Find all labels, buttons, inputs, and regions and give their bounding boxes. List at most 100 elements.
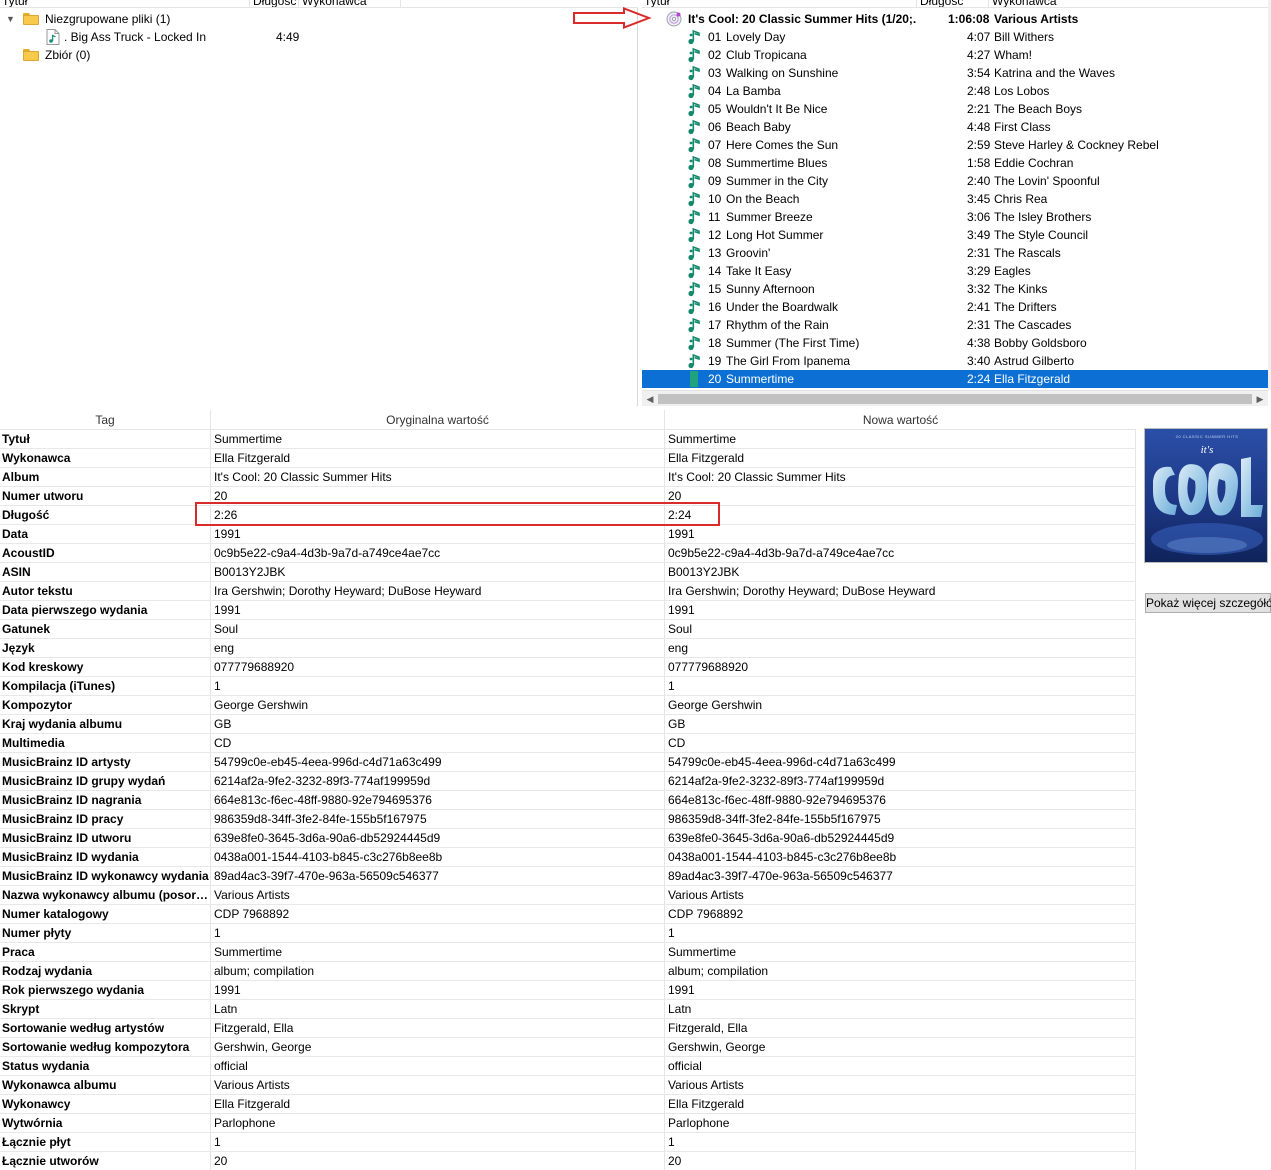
tag-row[interactable]: MusicBrainz ID artysty 54799c0e-eb45-4eea…: [0, 753, 1136, 772]
tag-row[interactable]: MusicBrainz ID grupy wydań 6214af2a-9fe2-…: [0, 772, 1136, 791]
track-row[interactable]: 02 Club Tropicana 4:27 Wham!: [642, 46, 1268, 64]
new-value[interactable]: 077779688920: [668, 658, 1132, 676]
track-row[interactable]: 13 Groovin' 2:31 The Rascals: [642, 244, 1268, 262]
new-value[interactable]: 89ad4ac3-39f7-470e-963a-56509c546377: [668, 867, 1132, 885]
track-row[interactable]: 18 Summer (The First Time) 4:38 Bobby Golds…: [642, 334, 1268, 352]
tree-item-cluster[interactable]: Zbiór (0): [0, 46, 630, 64]
tag-row[interactable]: ASIN B0013Y2JBK B0013Y2JBK: [0, 563, 1136, 582]
track-row[interactable]: 01 Lovely Day 4:07 Bill Withers: [642, 28, 1268, 46]
new-value[interactable]: 1: [668, 1133, 1132, 1151]
column-header-length[interactable]: Długość: [253, 0, 296, 7]
new-value[interactable]: Gershwin, George: [668, 1038, 1132, 1056]
tag-row[interactable]: Album It's Cool: 20 Classic Summer Hits It…: [0, 468, 1136, 487]
new-value[interactable]: 1991: [668, 525, 1132, 543]
tag-row[interactable]: Wykonawca Ella Fitzgerald Ella Fitzgerald: [0, 449, 1136, 468]
scrollbar-thumb[interactable]: [658, 394, 1252, 404]
track-row[interactable]: 09 Summer in the City 2:40 The Lovin' Spoon…: [642, 172, 1268, 190]
tag-row[interactable]: Data pierwszego wydania 1991 1991: [0, 601, 1136, 620]
tag-row[interactable]: MusicBrainz ID utworu 639e8fe0-3645-3d6a-…: [0, 829, 1136, 848]
new-value[interactable]: It's Cool: 20 Classic Summer Hits: [668, 468, 1132, 486]
new-value[interactable]: 664e813c-f6ec-48ff-9880-92e794695376: [668, 791, 1132, 809]
tag-row[interactable]: Numer płyty 1 1: [0, 924, 1136, 943]
column-header-original-value[interactable]: Oryginalna wartość: [211, 410, 665, 430]
tag-row[interactable]: AcoustID 0c9b5e22-c9a4-4d3b-9a7d-a749ce4a…: [0, 544, 1136, 563]
track-row[interactable]: 10 On the Beach 3:45 Chris Rea: [642, 190, 1268, 208]
new-value[interactable]: Various Artists: [668, 886, 1132, 904]
tag-row[interactable]: Autor tekstu Ira Gershwin; Dorothy Heywar…: [0, 582, 1136, 601]
track-row[interactable]: 05 Wouldn't It Be Nice 2:21 The Beach Boys: [642, 100, 1268, 118]
tag-row[interactable]: Sortowanie według kompozytora Gershwin, G…: [0, 1038, 1136, 1057]
tag-row[interactable]: Wykonawca albumu Various Artists Various A…: [0, 1076, 1136, 1095]
new-value[interactable]: CD: [668, 734, 1132, 752]
track-row[interactable]: 06 Beach Baby 4:48 First Class: [642, 118, 1268, 136]
tag-row[interactable]: Język eng eng: [0, 639, 1136, 658]
column-header-tag[interactable]: Tag: [0, 410, 211, 430]
new-value[interactable]: 986359d8-34ff-3fe2-84fe-155b5f167975: [668, 810, 1132, 828]
tag-row[interactable]: Kompozytor George Gershwin George Gershwin: [0, 696, 1136, 715]
new-value[interactable]: eng: [668, 639, 1132, 657]
new-value[interactable]: album; compilation: [668, 962, 1132, 980]
tree-item-unclustered[interactable]: ▼ Niezgrupowane pliki (1): [0, 10, 630, 28]
unmatched-files-pane[interactable]: Tytuł Długość Wykonawca ▼ Niezgrupowane …: [0, 0, 638, 406]
new-value[interactable]: B0013Y2JBK: [668, 563, 1132, 581]
tag-row[interactable]: Tytuł Summertime Summertime: [0, 430, 1136, 449]
new-value[interactable]: 0c9b5e22-c9a4-4d3b-9a7d-a749ce4ae7cc: [668, 544, 1132, 562]
new-value[interactable]: Summertime: [668, 943, 1132, 961]
new-value[interactable]: 1991: [668, 601, 1132, 619]
new-value[interactable]: 20: [668, 487, 1132, 505]
tag-row[interactable]: Praca Summertime Summertime: [0, 943, 1136, 962]
track-row[interactable]: 20 Summertime 2:24 Ella Fitzgerald: [642, 370, 1268, 388]
new-value[interactable]: Fitzgerald, Ella: [668, 1019, 1132, 1037]
new-value[interactable]: 2:24: [668, 506, 1132, 524]
tag-row[interactable]: Multimedia CD CD: [0, 734, 1136, 753]
tag-row[interactable]: Gatunek Soul Soul: [0, 620, 1136, 639]
track-row[interactable]: 19 The Girl From Ipanema 3:40 Astrud Gilber…: [642, 352, 1268, 370]
new-value[interactable]: Summertime: [668, 430, 1132, 448]
tag-row[interactable]: Wytwórnia Parlophone Parlophone: [0, 1114, 1136, 1133]
new-value[interactable]: 20: [668, 1152, 1132, 1170]
scroll-right-icon[interactable]: ▶: [1254, 393, 1266, 405]
new-value[interactable]: Ira Gershwin; Dorothy Heyward; DuBose He…: [668, 582, 1132, 600]
new-value[interactable]: Latn: [668, 1000, 1132, 1018]
tag-row[interactable]: Rok pierwszego wydania 1991 1991: [0, 981, 1136, 1000]
new-value[interactable]: Soul: [668, 620, 1132, 638]
track-row[interactable]: 08 Summertime Blues 1:58 Eddie Cochran: [642, 154, 1268, 172]
new-value[interactable]: 1: [668, 924, 1132, 942]
column-header-new-value[interactable]: Nowa wartość: [665, 410, 1136, 430]
tag-row[interactable]: Kod kreskowy 077779688920 077779688920: [0, 658, 1136, 677]
new-value[interactable]: Various Artists: [668, 1076, 1132, 1094]
tag-row[interactable]: Skrypt Latn Latn: [0, 1000, 1136, 1019]
track-row[interactable]: 16 Under the Boardwalk 2:41 The Drifters: [642, 298, 1268, 316]
new-value[interactable]: GB: [668, 715, 1132, 733]
column-header-artist[interactable]: Wykonawca: [302, 0, 367, 7]
tag-row[interactable]: MusicBrainz ID nagrania 664e813c-f6ec-48f…: [0, 791, 1136, 810]
tag-row[interactable]: Łącznie utworów 20 20: [0, 1152, 1136, 1170]
new-value[interactable]: 0438a001-1544-4103-b845-c3c276b8ee8b: [668, 848, 1132, 866]
scroll-left-icon[interactable]: ◀: [644, 393, 656, 405]
column-header-artist[interactable]: Wykonawca: [992, 0, 1057, 7]
track-row[interactable]: 17 Rhythm of the Rain 2:31 The Cascades: [642, 316, 1268, 334]
column-header-length[interactable]: Długość: [920, 0, 963, 7]
tag-row[interactable]: MusicBrainz ID pracy 986359d8-34ff-3fe2-8…: [0, 810, 1136, 829]
track-row[interactable]: 04 La Bamba 2:48 Los Lobos: [642, 82, 1268, 100]
expand-arrow-icon[interactable]: ▼: [6, 10, 15, 28]
tag-row[interactable]: Wykonawcy Ella Fitzgerald Ella Fitzgerald: [0, 1095, 1136, 1114]
new-value[interactable]: George Gershwin: [668, 696, 1132, 714]
new-value[interactable]: 1991: [668, 981, 1132, 999]
tag-row[interactable]: Nazwa wykonawcy albumu (posort... Various…: [0, 886, 1136, 905]
album-tracks-pane[interactable]: Tytuł Długość Wykonawca It's Cool: 20 Cl…: [642, 0, 1271, 406]
new-value[interactable]: 639e8fe0-3645-3d6a-90a6-db52924445d9: [668, 829, 1132, 847]
tag-row[interactable]: Kompilacja (iTunes) 1 1: [0, 677, 1136, 696]
track-row[interactable]: 14 Take It Easy 3:29 Eagles: [642, 262, 1268, 280]
new-value[interactable]: 1: [668, 677, 1132, 695]
tag-row[interactable]: Łącznie płyt 1 1: [0, 1133, 1136, 1152]
track-row[interactable]: 07 Here Comes the Sun 2:59 Steve Harley & C…: [642, 136, 1268, 154]
new-value[interactable]: Ella Fitzgerald: [668, 1095, 1132, 1113]
track-row[interactable]: 15 Sunny Afternoon 3:32 The Kinks: [642, 280, 1268, 298]
tag-row[interactable]: Sortowanie według artystów Fitzgerald, El…: [0, 1019, 1136, 1038]
track-row[interactable]: 03 Walking on Sunshine 3:54 Katrina and the…: [642, 64, 1268, 82]
tag-row[interactable]: Rodzaj wydania album; compilation album; c…: [0, 962, 1136, 981]
new-value[interactable]: CDP 7968892: [668, 905, 1132, 923]
album-row[interactable]: It's Cool: 20 Classic Summer Hits (1/20;…: [642, 10, 1271, 28]
new-value[interactable]: Parlophone: [668, 1114, 1132, 1132]
